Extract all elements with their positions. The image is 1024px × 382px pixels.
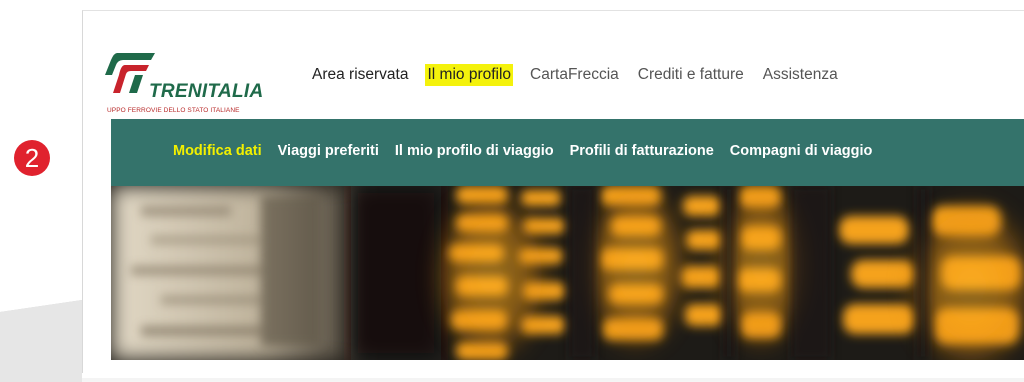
nav-il-mio-profilo[interactable]: Il mio profilo xyxy=(425,64,514,86)
nav-assistenza[interactable]: Assistenza xyxy=(763,65,838,85)
departure-board-image xyxy=(111,186,1024,360)
subnav-viaggi-preferiti[interactable]: Viaggi preferiti xyxy=(278,141,379,161)
nav-area-riservata[interactable]: Area riservata xyxy=(312,65,408,85)
subnav-profili-di-fatturazione[interactable]: Profili di fatturazione xyxy=(570,141,714,161)
hero-image xyxy=(111,186,1024,360)
subnav-profilo-di-viaggio[interactable]: Il mio profilo di viaggio xyxy=(395,141,554,161)
screenshot-card: TRENITALIA UPPO FERROVIE DELLO STATO ITA… xyxy=(82,10,1024,373)
top-navigation: Area riservata Il mio profilo CartaFrecc… xyxy=(312,64,857,86)
nav-crediti-e-fatture[interactable]: Crediti e fatture xyxy=(638,65,744,85)
trenitalia-logo[interactable]: TRENITALIA UPPO FERROVIE DELLO STATO ITA… xyxy=(105,43,275,115)
subnav-modifica-dati[interactable]: Modifica dati xyxy=(167,139,268,163)
nav-cartafreccia[interactable]: CartaFreccia xyxy=(530,65,619,85)
subnav-compagni-di-viaggio[interactable]: Compagni di viaggio xyxy=(730,141,873,161)
profile-sub-navigation: Modifica dati Viaggi preferiti Il mio pr… xyxy=(111,119,1024,186)
brand-tagline: UPPO FERROVIE DELLO STATO ITALIANE xyxy=(107,107,240,114)
brand-wordmark: TRENITALIA xyxy=(149,81,264,102)
step-number-badge: 2 xyxy=(14,140,50,176)
